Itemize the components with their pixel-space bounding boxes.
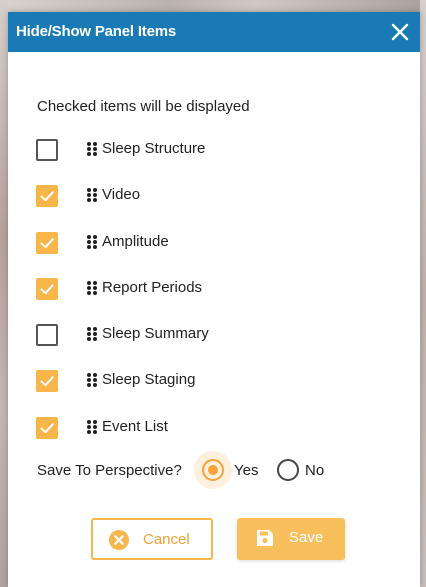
radio-yes-label[interactable]: Yes — [234, 462, 258, 479]
drag-handle-icon[interactable] — [86, 187, 98, 203]
drag-handle-icon[interactable] — [86, 234, 98, 250]
save-button-label: Save — [289, 529, 324, 546]
panel-item-label: Event List — [102, 417, 168, 435]
close-icon — [391, 23, 409, 41]
checkbox-checked[interactable] — [36, 185, 58, 208]
panel-item-label: Sleep Structure — [102, 140, 206, 157]
cancel-button[interactable]: Cancel — [91, 518, 213, 560]
background-app-edge-right — [420, 0, 426, 587]
checkbox-checked[interactable] — [36, 370, 58, 393]
panel-items-list: Sleep Structure Video Amplitude Report Peri… — [36, 137, 396, 461]
drag-handle-icon[interactable] — [86, 326, 98, 342]
checkbox-checked[interactable] — [36, 416, 58, 439]
radio-yes[interactable] — [202, 459, 224, 481]
panel-item-row: Video — [36, 183, 396, 229]
checkbox-checked[interactable] — [36, 277, 58, 300]
close-button[interactable] — [386, 18, 414, 46]
panel-item-label: Sleep Summary — [102, 325, 209, 343]
checkbox-unchecked[interactable] — [36, 139, 58, 161]
panel-item-row: Amplitude — [36, 230, 396, 276]
cancel-circle-icon — [109, 530, 129, 550]
cancel-button-label: Cancel — [143, 531, 190, 548]
drag-handle-icon[interactable] — [86, 141, 98, 157]
floppy-disk-icon — [257, 530, 273, 546]
drag-handle-icon[interactable] — [86, 372, 98, 388]
save-to-perspective-label: Save To Perspective? — [37, 462, 182, 479]
radio-no[interactable] — [277, 459, 299, 481]
hide-show-panel-dialog: Hide/Show Panel Items Checked items will… — [8, 12, 420, 587]
panel-item-row: Sleep Summary — [36, 322, 396, 368]
radio-no-label[interactable]: No — [305, 462, 324, 479]
checkbox-unchecked[interactable] — [36, 324, 58, 347]
dialog-title: Hide/Show Panel Items — [16, 23, 177, 40]
panel-item-label: Sleep Staging — [102, 371, 196, 389]
checkbox-checked[interactable] — [36, 231, 58, 254]
dialog-header: Hide/Show Panel Items — [8, 12, 420, 52]
instructions-text: Checked items will be displayed — [37, 98, 250, 115]
panel-item-row: Report Periods — [36, 276, 396, 322]
save-to-perspective-row: Save To Perspective? Yes No — [37, 451, 397, 489]
save-button[interactable]: Save — [237, 518, 345, 560]
panel-item-label: Report Periods — [102, 278, 203, 296]
panel-item-row: Sleep Structure — [36, 137, 396, 183]
drag-handle-icon[interactable] — [86, 280, 98, 296]
panel-item-label: Video — [102, 186, 141, 204]
panel-item-label: Amplitude — [102, 232, 169, 250]
panel-item-row: Sleep Staging — [36, 368, 396, 414]
drag-handle-icon[interactable] — [86, 419, 98, 435]
radio-selected-dot — [208, 465, 218, 475]
background-app-strip — [0, 0, 426, 12]
background-app-edge-left — [0, 0, 8, 587]
